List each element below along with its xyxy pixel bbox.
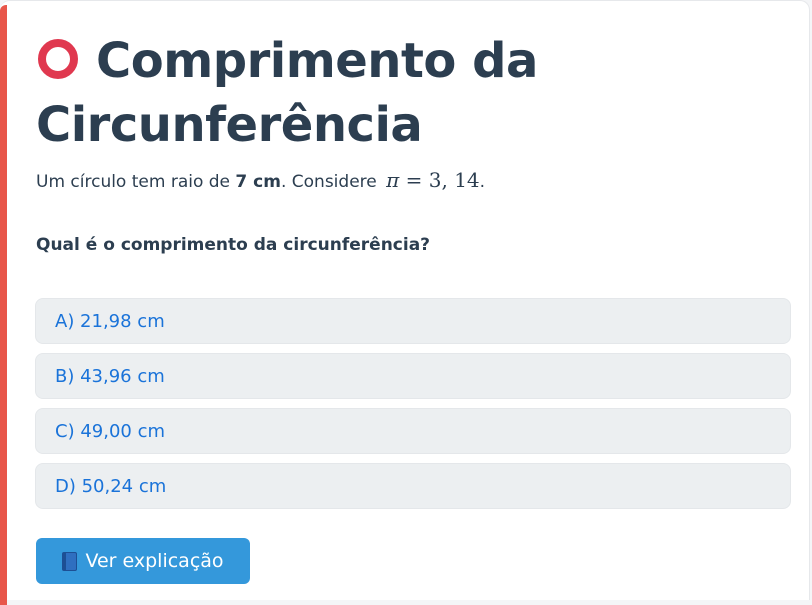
statement-suffix: . <box>479 172 486 192</box>
explanation-label: Ver explicação <box>85 550 224 572</box>
pi-symbol: π <box>386 168 400 192</box>
pi-value: = 3, 14 <box>399 168 480 192</box>
accent-bar <box>0 5 7 605</box>
answer-options: A) 21,98 cm B) 43,96 cm C) 49,00 cm D) 5… <box>35 298 791 518</box>
question-text: Qual é o comprimento da circunferência? <box>36 235 431 255</box>
option-a[interactable]: A) 21,98 cm <box>35 298 791 344</box>
hollow-red-circle-icon <box>38 39 78 79</box>
book-icon <box>62 551 78 571</box>
statement-middle: . Considere <box>280 172 383 192</box>
question-card: Comprimento da Circunferência Um círculo… <box>0 0 810 605</box>
problem-statement: Um círculo tem raio de 7 cm. Considere π… <box>36 166 485 196</box>
title-text: Comprimento da Circunferência <box>36 33 538 153</box>
radius-value: 7 cm <box>235 172 281 192</box>
page-title: Comprimento da Circunferência <box>36 29 776 157</box>
option-d[interactable]: D) 50,24 cm <box>35 463 791 509</box>
view-explanation-button[interactable]: Ver explicação <box>36 538 250 584</box>
statement-prefix: Um círculo tem raio de <box>36 172 236 192</box>
pi-formula: π = 3, 14 <box>386 168 480 192</box>
option-b[interactable]: B) 43,96 cm <box>35 353 791 399</box>
option-c[interactable]: C) 49,00 cm <box>35 408 791 454</box>
